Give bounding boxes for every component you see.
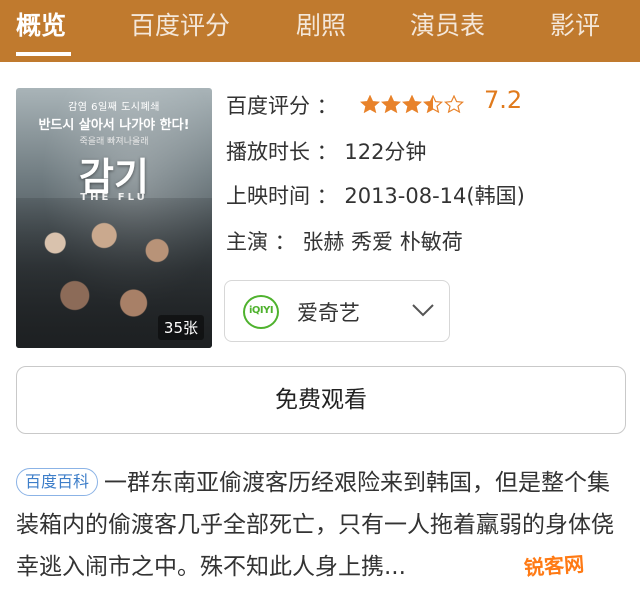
tab-reviews[interactable]: 影评 [550,0,600,62]
photo-count-badge: 35张 [157,315,204,340]
star-icon [444,95,464,113]
poster-tagline: 반드시 살아서 나가야 한다! [38,118,190,133]
source-name: 爱奇艺 [297,301,360,325]
tab-stills[interactable]: 剧照 [296,0,346,62]
active-tab-indicator [16,52,71,56]
star-icon [423,95,443,113]
source-dropdown[interactable]: iQIYI 爱奇艺 [224,280,450,342]
iqiyi-logo-icon: iQIYI [243,295,279,329]
top-tab-bar: 概览 百度评分 剧照 演员表 影评 [0,0,640,62]
baidu-baike-tag[interactable]: 百度百科 [16,468,99,496]
cast-text: 主演 ： 张赫 秀爱 朴敏荷 [226,230,463,254]
iqiyi-logo-text: iQIYI [248,305,274,316]
rating-stars [360,95,464,113]
site-watermark: 锐客网 [523,551,585,581]
star-icon [381,95,401,113]
poster-tagline-top: 감염 6일째 도시폐쇄 [68,102,160,113]
release-date-text: 上映时间 ： 2013-08-14(韩国) [226,184,525,208]
tab-baidu-rating[interactable]: 百度评分 [130,0,230,62]
star-icon [360,95,380,113]
free-watch-button[interactable]: 免费观看 [16,366,626,434]
chevron-down-icon [412,304,434,317]
movie-poster[interactable]: 감염 6일째 도시폐쇄 반드시 살아서 나가야 한다! 죽을래 빠져나올래 감기… [16,88,212,348]
rating-score: 7.2 [484,86,523,114]
duration-text: 播放时长 ： 122分钟 [226,140,427,164]
poster-english-title: THE FLU [80,192,148,203]
tab-cast-list[interactable]: 演员表 [410,0,485,62]
star-icon [402,95,422,113]
rating-label: 百度评分 ： [226,94,338,118]
